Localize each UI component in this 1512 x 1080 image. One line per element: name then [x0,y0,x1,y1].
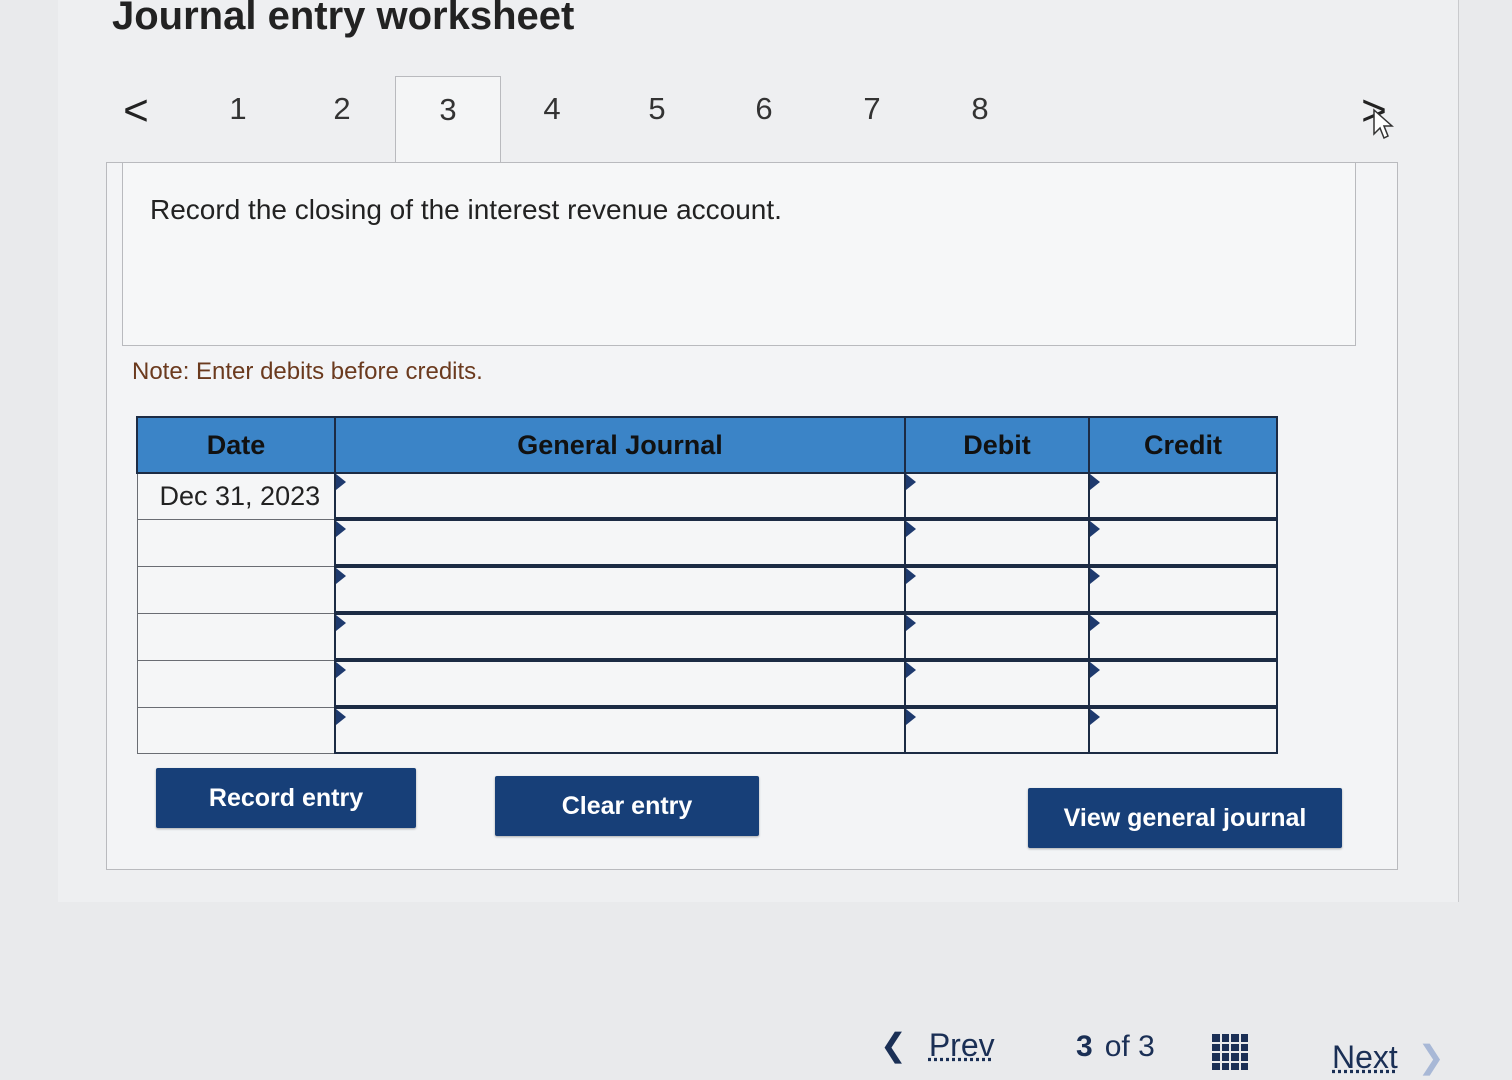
credit-cell[interactable] [1088,705,1278,754]
journal-table: Date General Journal Debit Credit Dec 31… [136,416,1278,754]
dropdown-marker-icon [336,615,346,631]
bottom-pagination: ❮ Prev 3 of 3 Next ❯ [880,1020,1480,1080]
tab-6[interactable]: 6 [712,76,816,162]
journal-header-row: Date General Journal Debit Credit [136,416,1278,474]
table-row [136,658,1278,708]
current-page: 3 [1076,1030,1093,1063]
input-marker-icon [906,568,916,584]
tab-5[interactable]: 5 [605,76,709,162]
input-marker-icon [1090,709,1100,725]
input-marker-icon [906,709,916,725]
date-cell[interactable]: Dec 31, 2023 [136,472,336,520]
input-marker-icon [906,615,916,631]
table-row [136,517,1278,567]
dropdown-marker-icon [336,474,346,490]
header-general-journal: General Journal [334,416,906,474]
table-row [136,705,1278,754]
credit-cell[interactable] [1088,611,1278,661]
entry-note: Note: Enter debits before credits. [132,358,483,385]
table-row [136,564,1278,614]
account-cell[interactable] [334,564,906,614]
credit-cell[interactable] [1088,564,1278,614]
input-marker-icon [1090,662,1100,678]
instruction-box [122,162,1356,346]
debit-cell[interactable] [904,564,1090,614]
date-cell[interactable] [136,612,336,661]
tab-7[interactable]: 7 [820,76,924,162]
dropdown-marker-icon [336,568,346,584]
credit-cell[interactable] [1088,658,1278,708]
instruction-text: Record the closing of the interest reven… [150,194,782,225]
of-label: of [1104,1030,1130,1063]
tab-3-active[interactable]: 3 [395,76,501,165]
header-credit: Credit [1088,416,1278,474]
page-title: Journal entry worksheet [112,0,575,38]
view-general-journal-button[interactable]: View general journal [1028,788,1342,848]
account-cell[interactable] [334,658,906,708]
input-marker-icon [1090,521,1100,537]
chevron-left-icon: ❮ [880,1027,907,1063]
dropdown-marker-icon [336,709,346,725]
page-indicator: 3 of 3 [1076,1030,1155,1064]
clear-entry-button[interactable]: Clear entry [495,776,759,836]
input-marker-icon [1090,615,1100,631]
credit-cell[interactable] [1088,517,1278,567]
tab-bar: < 1 2 3 4 5 6 7 8 > [110,76,1400,165]
header-debit: Debit [904,416,1090,474]
next-label: Next [1332,1039,1398,1075]
date-cell[interactable] [136,565,336,614]
tab-prev-chevron-icon[interactable]: < [116,86,156,136]
debit-cell[interactable] [904,611,1090,661]
record-entry-button[interactable]: Record entry [156,768,416,828]
next-button[interactable]: Next ❯ [1332,1038,1445,1076]
dropdown-marker-icon [336,662,346,678]
account-cell[interactable] [334,705,906,754]
account-cell[interactable] [334,517,906,567]
debit-cell[interactable] [904,472,1090,520]
prev-button[interactable]: ❮ Prev [880,1026,995,1064]
chevron-right-icon: ❯ [1417,1039,1445,1075]
date-cell[interactable] [136,706,336,754]
input-marker-icon [906,662,916,678]
account-cell[interactable] [334,472,906,520]
debit-cell[interactable] [904,705,1090,754]
input-marker-icon [906,521,916,537]
header-date: Date [136,416,336,474]
account-cell[interactable] [334,611,906,661]
table-row [136,611,1278,661]
prev-label: Prev [928,1027,995,1063]
tab-2[interactable]: 2 [290,76,394,162]
credit-cell[interactable] [1088,472,1278,520]
total-pages: 3 [1138,1030,1155,1063]
debit-cell[interactable] [904,517,1090,567]
input-marker-icon [906,474,916,490]
grid-icon[interactable] [1212,1034,1248,1070]
tab-1[interactable]: 1 [186,76,290,162]
tab-8[interactable]: 8 [928,76,1032,162]
tab-4[interactable]: 4 [500,76,604,162]
dropdown-marker-icon [336,521,346,537]
input-marker-icon [1090,568,1100,584]
date-cell[interactable] [136,518,336,567]
input-marker-icon [1090,474,1100,490]
date-cell[interactable] [136,659,336,708]
mouse-cursor-icon [1373,108,1394,140]
table-row: Dec 31, 2023 [136,472,1278,520]
debit-cell[interactable] [904,658,1090,708]
